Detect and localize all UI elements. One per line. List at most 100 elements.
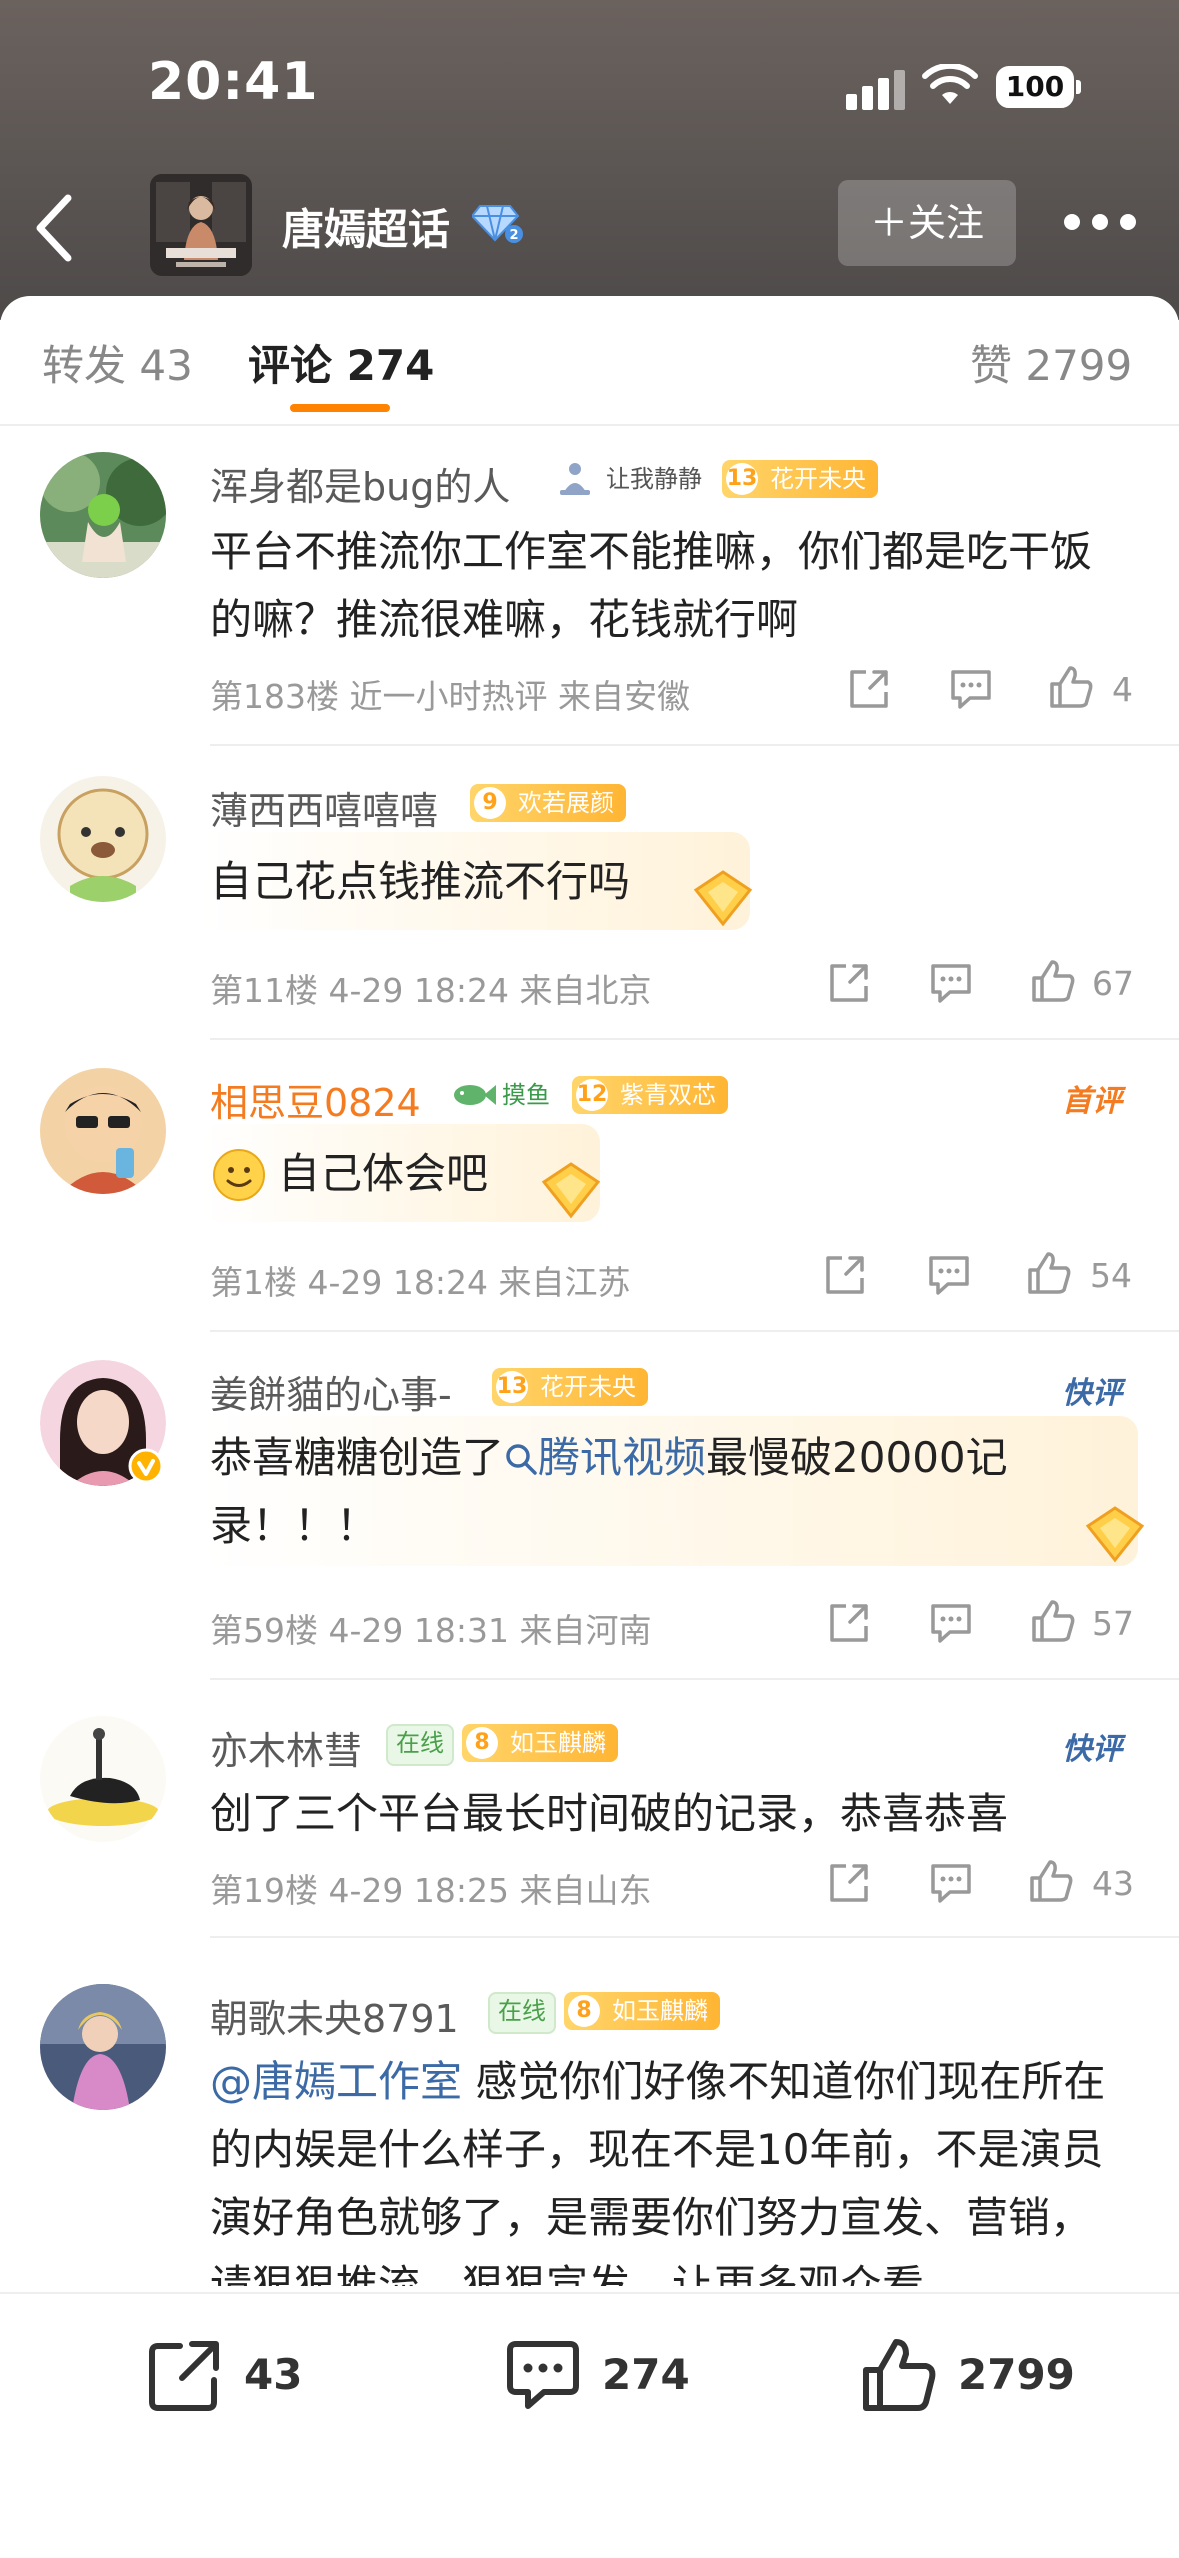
comment-item: 朝歌未央8791 在线 8 如玉麒麟 @唐嫣工作室 感觉你们好像不知道你们现在所在…: [0, 1984, 1179, 2286]
share-icon[interactable]: [826, 1600, 872, 1646]
fan-level-title: 如玉麒麟: [612, 1997, 708, 2025]
avatar[interactable]: [40, 1984, 166, 2110]
reply-icon[interactable]: [926, 1252, 972, 1298]
share-icon[interactable]: [822, 1252, 868, 1298]
topic-title: 唐嫣超话: [282, 205, 451, 254]
back-arrow-icon[interactable]: [28, 190, 84, 266]
fan-level-title: 如玉麒麟: [510, 1729, 606, 1757]
avatar[interactable]: [40, 776, 166, 902]
comment-text-before: 恭喜糖糖创造了: [210, 1433, 505, 1482]
reply-icon[interactable]: [928, 960, 974, 1006]
share-icon[interactable]: [826, 960, 872, 1006]
share-icon[interactable]: [846, 666, 892, 712]
bottom-action-bar: 43 274 2799: [0, 2292, 1179, 2558]
comment-text: 恭喜糖糖创造了 腾讯视频最慢破20000记录！！！: [210, 1424, 1130, 1560]
status-bar: 20:41 100: [0, 0, 1179, 170]
cellular-signal-icon: [846, 68, 908, 110]
comment-meta: 第183楼 近一小时热评 来自安徽: [210, 677, 690, 716]
follow-button[interactable]: ＋关注: [838, 180, 1016, 266]
online-status-badge: 在线: [488, 1992, 556, 2034]
status-time: 20:41: [148, 52, 319, 112]
like-icon[interactable]: [860, 2336, 938, 2414]
like-icon[interactable]: [1030, 958, 1076, 1004]
reply-icon[interactable]: [928, 1860, 974, 1906]
topic-link[interactable]: 腾讯视频: [538, 1433, 706, 1482]
comment-divider: [210, 1038, 1179, 1040]
tab-comments[interactable]: 评论 274: [248, 332, 434, 393]
smile-emoji-icon: [213, 1149, 265, 1201]
user-status-badge: 摸鱼: [502, 1081, 550, 1109]
tab-reposts[interactable]: 转发 43: [42, 332, 193, 393]
active-tab-indicator: [290, 404, 390, 412]
comment-text: @唐嫣工作室 感觉你们好像不知道你们现在所在的内娱是什么样子，现在不是10年前，…: [210, 2048, 1130, 2286]
fan-level-title: 欢若展颜: [518, 789, 614, 817]
like-icon[interactable]: [1030, 1598, 1076, 1644]
fan-level-title: 花开未央: [770, 465, 866, 493]
comment-meta: 第1楼 4-29 18:24 来自江苏: [210, 1263, 631, 1302]
battery-icon: 100: [996, 66, 1074, 108]
quick-comment-tag: 快评: [1062, 1732, 1122, 1767]
fan-level-badge: 8 如玉麒麟: [564, 1992, 720, 2030]
like-icon[interactable]: [1026, 1250, 1072, 1296]
like-count: 67: [1092, 964, 1134, 1003]
like-count: 43: [1092, 1864, 1134, 1903]
battery-cap: [1076, 80, 1081, 94]
repost-icon[interactable]: [146, 2336, 224, 2414]
fan-level-badge: 12 紫青双芯: [572, 1076, 728, 1114]
comment-text: 平台不推流你工作室不能推嘛，你们都是吃干饭的嘛？推流很难嘛，花钱就行啊: [210, 527, 1093, 644]
crown-badge-icon: [693, 870, 753, 927]
comment-meta: 第59楼 4-29 18:31 来自河南: [210, 1611, 652, 1650]
username[interactable]: 薄西西嘻嘻嘻: [210, 780, 438, 835]
fan-level-badge: 13 花开未央: [722, 460, 878, 498]
fan-level-badge: 9 欢若展颜: [470, 784, 626, 822]
crown-badge-icon: [541, 1162, 601, 1219]
fan-level-badge: 8 如玉麒麟: [462, 1724, 618, 1762]
username[interactable]: 浑身都是bug的人: [210, 456, 510, 511]
comment-meta: 第11楼 4-29 18:24 来自北京: [210, 971, 652, 1010]
fan-level-title: 紫青双芯: [620, 1081, 716, 1109]
comment-count[interactable]: 274: [602, 2350, 690, 2399]
online-status-badge: 在线: [386, 1724, 454, 1766]
fan-level-number: 8: [568, 1995, 600, 2027]
fan-level-number: 9: [474, 787, 506, 819]
fan-level-number: 13: [496, 1371, 528, 1403]
comment-divider: [210, 1330, 1179, 1332]
comments-sheet: 转发 43 评论 274 赞 2799 浑身都是bug的人 让我静静 13 花开未…: [0, 296, 1179, 2556]
wifi-icon: [922, 64, 978, 104]
reply-icon[interactable]: [948, 666, 994, 712]
mention-link[interactable]: @唐嫣工作室: [210, 2057, 462, 2106]
topic-cover-image[interactable]: [150, 174, 252, 276]
comment-meta: 第19楼 4-29 18:25 来自山东: [210, 1871, 652, 1910]
comment-divider: [210, 1936, 1179, 1938]
comment-text: 自己花点钱推流不行吗: [210, 857, 631, 906]
username[interactable]: 朝歌未央8791: [210, 1988, 459, 2043]
share-icon[interactable]: [826, 1860, 872, 1906]
tab-bar: 转发 43 评论 274 赞 2799: [0, 296, 1179, 426]
tab-likes[interactable]: 赞 2799: [970, 332, 1132, 393]
diamond-badge-icon: 2: [472, 205, 523, 243]
search-icon: [506, 1444, 537, 1475]
first-comment-tag: 首评: [1062, 1084, 1122, 1119]
crown-badge-icon: [1085, 1506, 1145, 1563]
top-nav: 唐嫣超话 2 ＋关注: [0, 170, 1179, 290]
avatar[interactable]: [40, 452, 166, 578]
avatar[interactable]: [40, 1716, 166, 1842]
username[interactable]: 相思豆0824: [210, 1072, 421, 1127]
comment-divider: [210, 1678, 1179, 1680]
comment-divider: [210, 744, 1179, 746]
fan-level-title: 花开未央: [540, 1373, 636, 1401]
like-count-total[interactable]: 2799: [958, 2350, 1075, 2399]
avatar[interactable]: [40, 1068, 166, 1194]
reply-icon[interactable]: [928, 1600, 974, 1646]
username[interactable]: 亦木林彗: [210, 1720, 362, 1775]
repost-count[interactable]: 43: [244, 2350, 302, 2399]
more-options-icon[interactable]: [1064, 214, 1136, 234]
like-icon[interactable]: [1048, 664, 1094, 710]
comment-icon[interactable]: [504, 2336, 582, 2414]
like-count: 54: [1090, 1256, 1132, 1295]
avatar[interactable]: [40, 1360, 166, 1486]
username[interactable]: 姜餅貓的心事-: [210, 1364, 452, 1419]
user-status-badge: 让我静静: [606, 465, 702, 493]
fan-level-number: 13: [726, 463, 758, 495]
like-icon[interactable]: [1028, 1858, 1074, 1904]
